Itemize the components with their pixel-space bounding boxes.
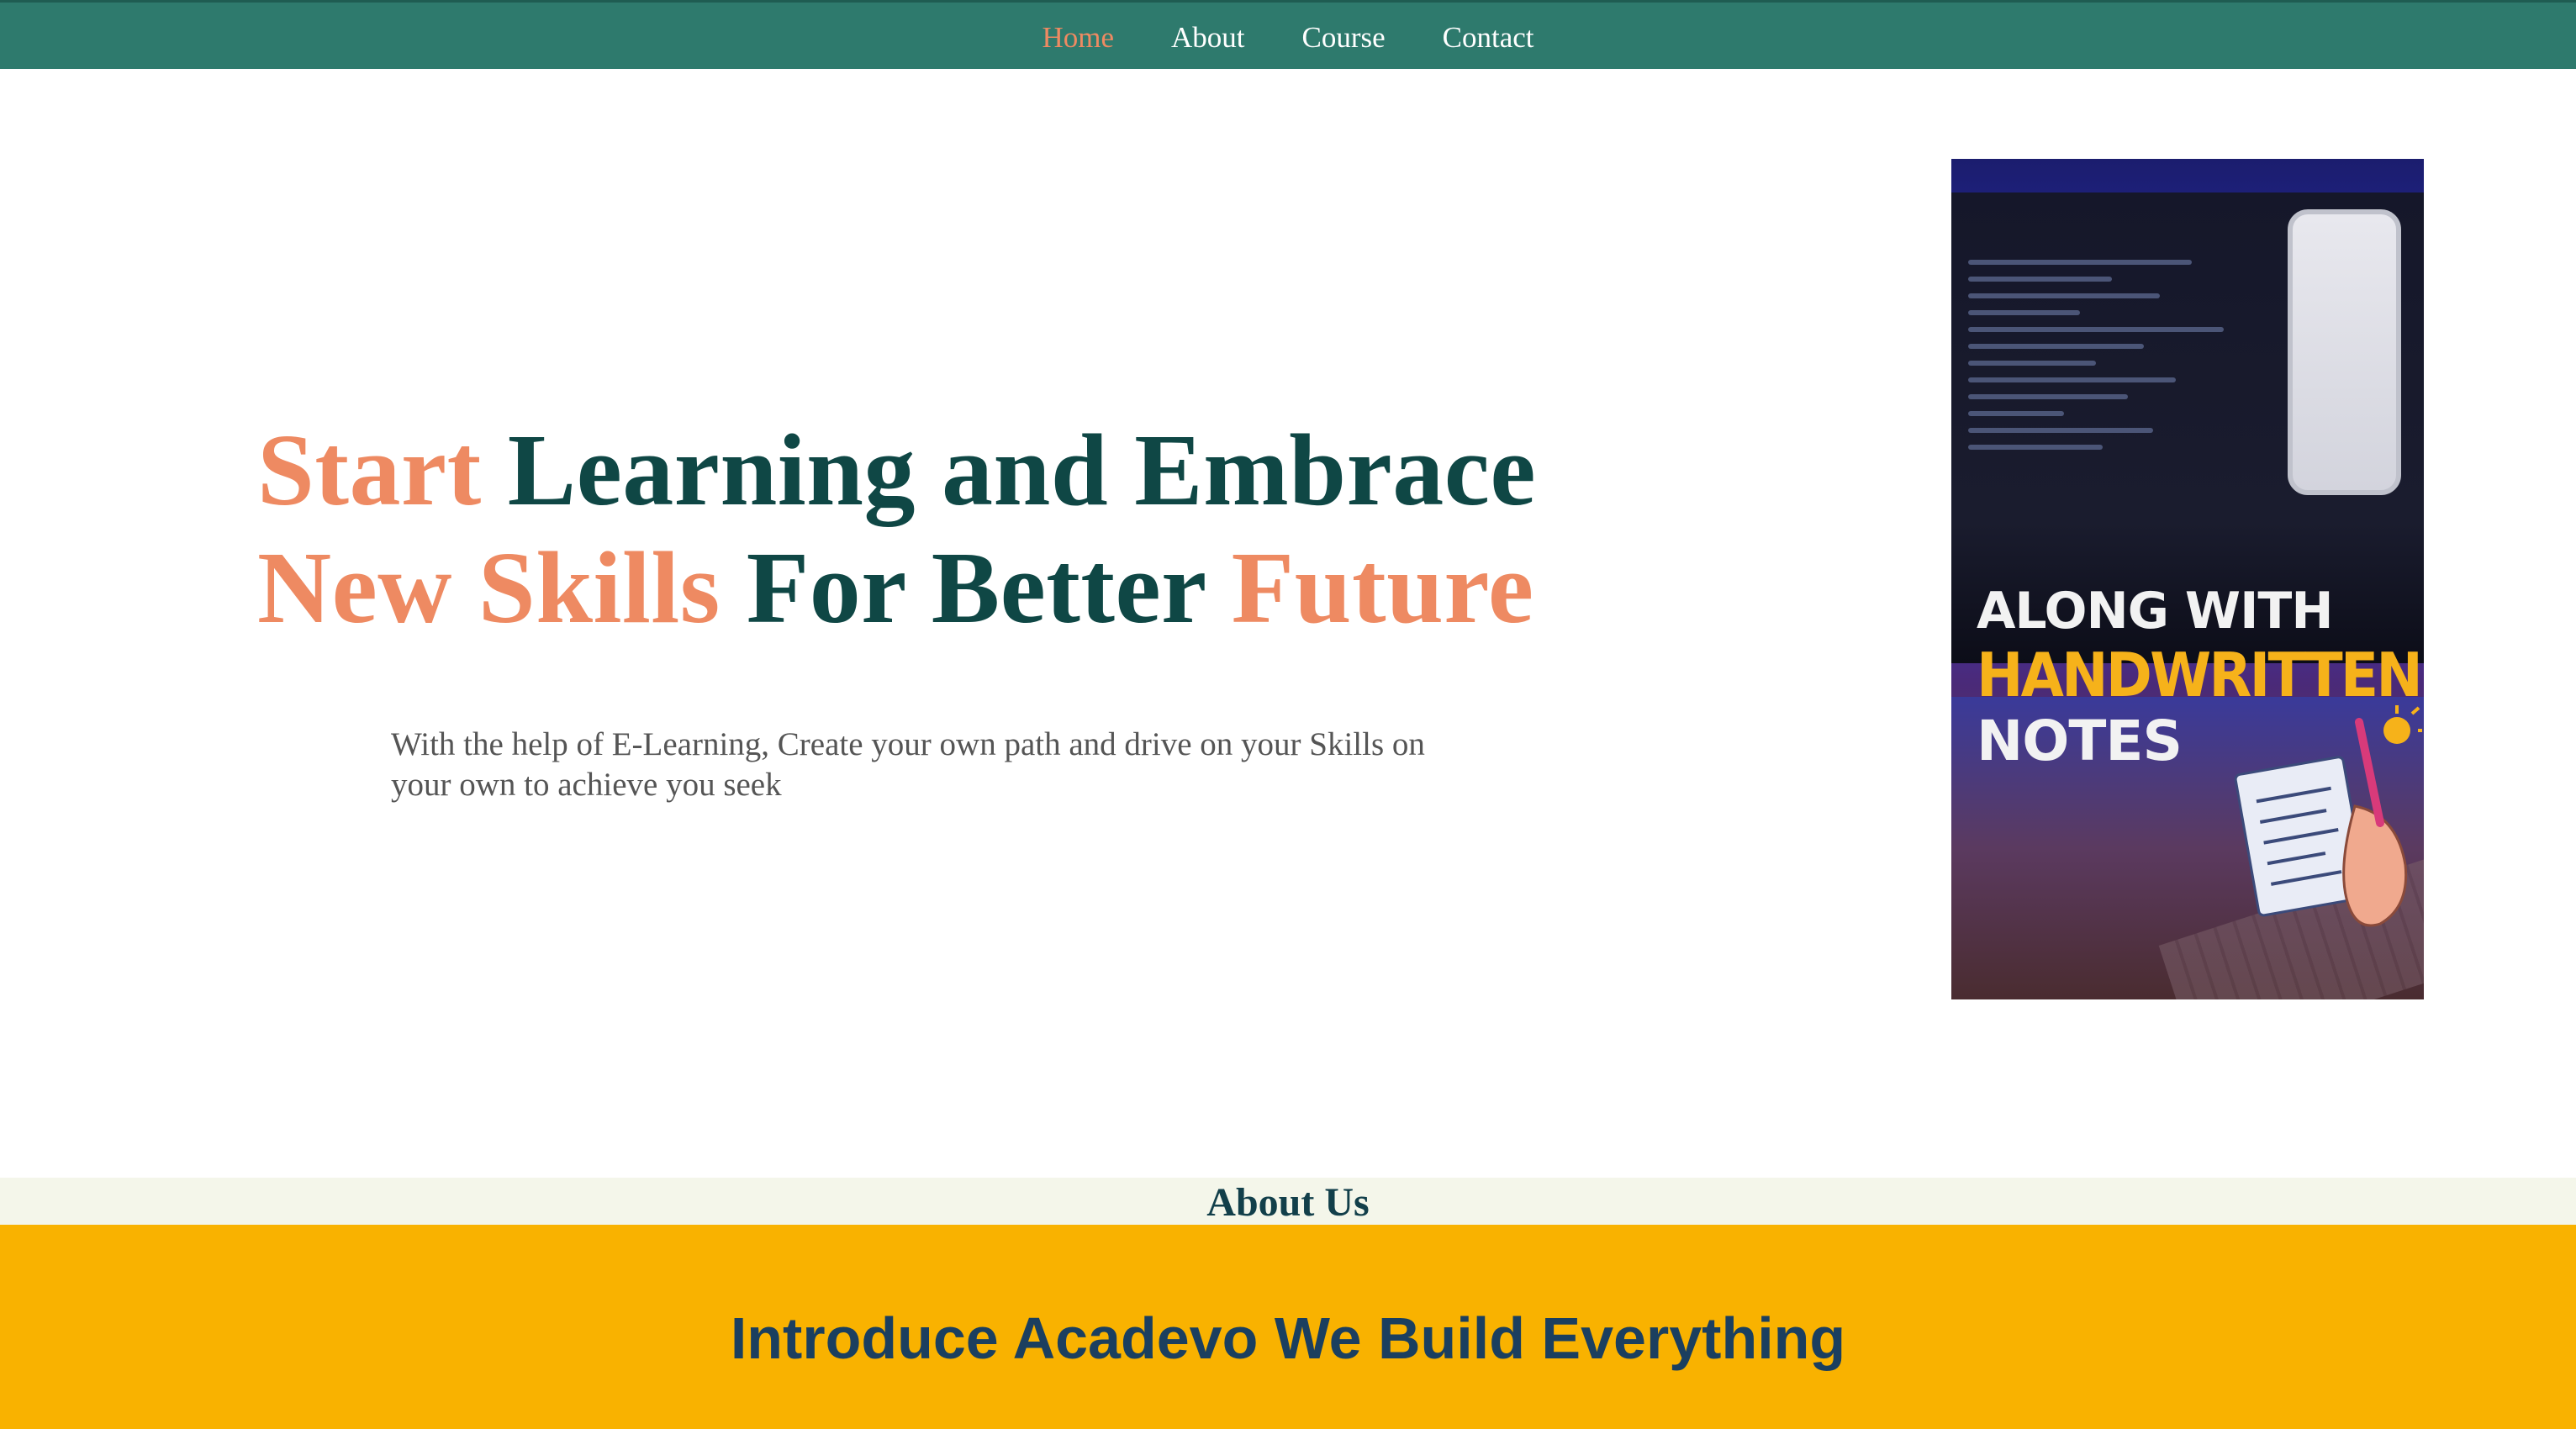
hero-title: Start Learning and Embrace New Skills Fo… xyxy=(257,412,1602,647)
top-navbar: Home About Course Contact xyxy=(0,0,2576,69)
notes-hand-icon xyxy=(2234,705,2422,927)
hero-title-future: Future xyxy=(1231,531,1534,645)
nav-link-about[interactable]: About xyxy=(1171,21,1245,54)
hero-title-start: Start xyxy=(257,414,482,527)
nav-item-home: Home xyxy=(1042,23,1114,52)
about-heading: About Us xyxy=(1206,1180,1370,1225)
promo-video[interactable]: ALONG WITH HANDWRITTEN NOTES xyxy=(1951,159,2424,999)
nav-item-about: About xyxy=(1171,23,1245,52)
nav-list: Home About Course Contact xyxy=(0,3,2576,71)
about-section: About Us xyxy=(0,1178,2576,1225)
nav-item-course: Course xyxy=(1302,23,1386,52)
promo-line-3: NOTES xyxy=(1977,709,2183,773)
intro-heading: Introduce Acadevo We Build Everything xyxy=(730,1305,1846,1371)
nav-link-home[interactable]: Home xyxy=(1042,21,1114,54)
nav-link-contact[interactable]: Contact xyxy=(1443,21,1534,54)
hero-title-new-skills: New Skills xyxy=(257,531,721,645)
promo-code-lines xyxy=(1968,260,2288,579)
hero-title-better: For Better xyxy=(720,531,1232,645)
promo-phone xyxy=(2288,209,2401,495)
intro-section: Introduce Acadevo We Build Everything xyxy=(0,1225,2576,1429)
hero-title-learning: Learning and Embrace xyxy=(481,414,1537,527)
nav-item-contact: Contact xyxy=(1443,23,1534,52)
hero-description: With the help of E-Learning, Create your… xyxy=(391,726,1425,803)
nav-link-course[interactable]: Course xyxy=(1302,21,1386,54)
